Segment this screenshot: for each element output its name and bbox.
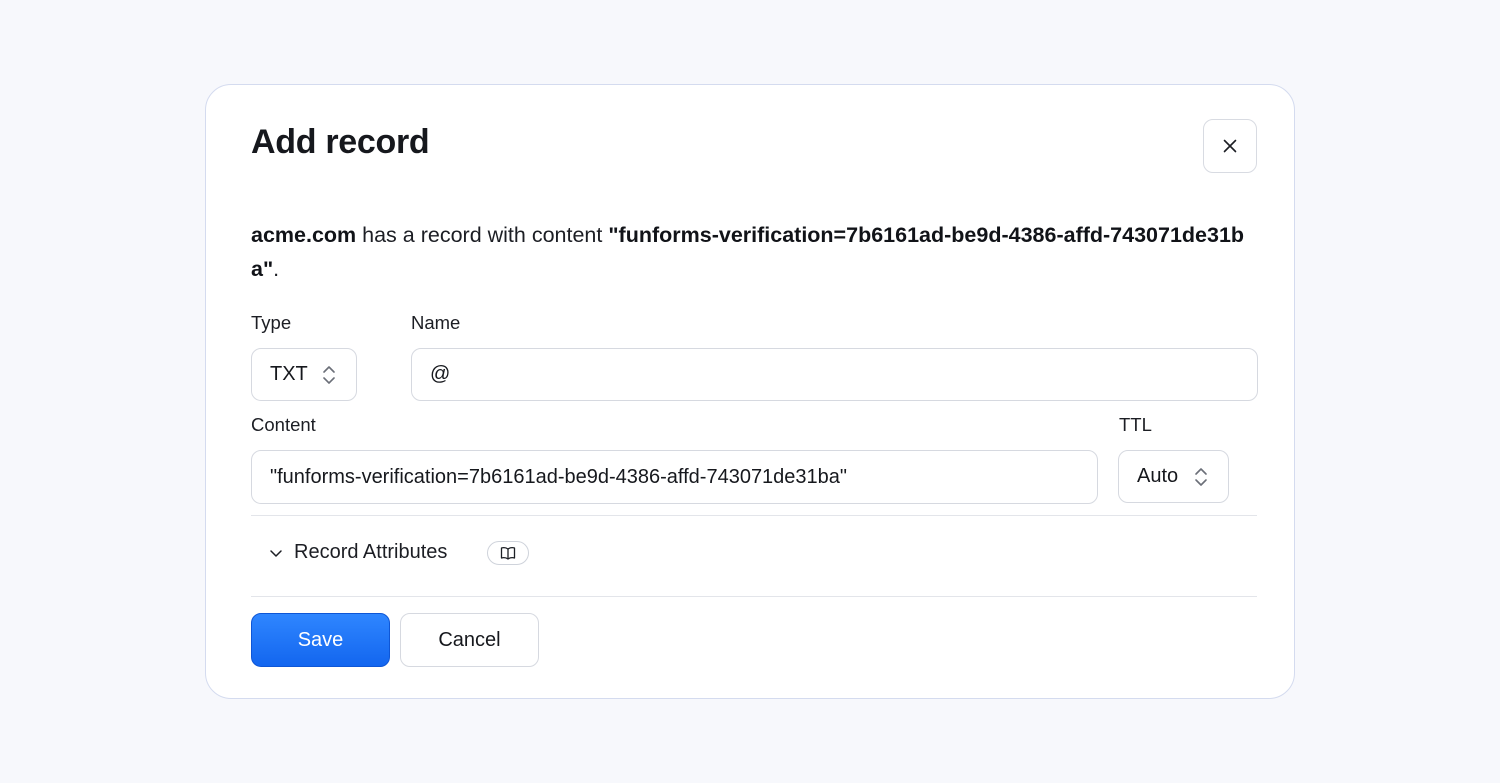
type-label: Type — [251, 312, 292, 333]
name-label: Name — [411, 312, 461, 333]
ttl-select[interactable]: Auto — [1118, 450, 1229, 503]
description-text: has a record with content — [356, 223, 609, 247]
type-select[interactable]: TXT — [251, 348, 357, 401]
close-icon — [1223, 139, 1237, 153]
domain-name: acme.com — [251, 223, 357, 247]
ttl-value: Auto — [1137, 465, 1179, 487]
description-end: . — [273, 257, 280, 281]
select-arrows-icon — [1195, 468, 1207, 486]
content-input[interactable]: "funforms-verification=7b6161ad-be9d-438… — [251, 450, 1098, 504]
divider — [251, 596, 1257, 597]
type-value: TXT — [270, 363, 308, 385]
record-attributes-toggle[interactable]: Record Attributes — [268, 541, 447, 564]
content-label: Content — [251, 414, 316, 435]
select-arrows-icon — [323, 366, 335, 384]
docs-link-button[interactable] — [487, 541, 529, 565]
name-value: @ — [430, 363, 451, 385]
ttl-label: TTL — [1119, 414, 1152, 435]
add-record-dialog: Add record acme.com has a record with co… — [205, 84, 1295, 699]
close-button[interactable] — [1203, 119, 1257, 173]
record-attributes-label: Record Attributes — [294, 541, 448, 563]
divider — [251, 515, 1257, 516]
dialog-title: Add record — [251, 123, 430, 161]
record-description: acme.com has a record with content "funf… — [251, 218, 1261, 286]
content-value: "funforms-verification=7b6161ad-be9d-438… — [270, 465, 848, 488]
cancel-button[interactable]: Cancel — [400, 613, 539, 667]
save-button[interactable]: Save — [251, 613, 390, 667]
name-input[interactable]: @ — [411, 348, 1258, 401]
book-icon — [500, 547, 516, 560]
chevron-down-icon — [270, 549, 282, 557]
